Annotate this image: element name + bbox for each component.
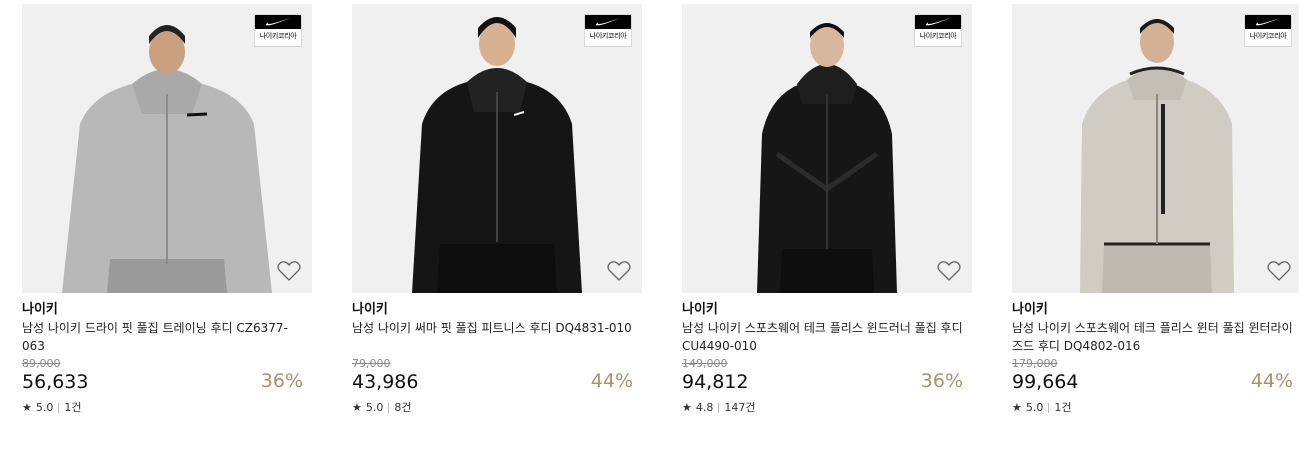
product-name[interactable]: 남성 나이키 스포츠웨어 테크 플리스 윈드러너 풀집 후디 CU4490-01… <box>682 319 967 355</box>
discount-rate: 36% <box>260 370 303 392</box>
product-name[interactable]: 남성 나이키 스포츠웨어 테크 플리스 윈터 풀집 윈터라이즈드 후디 DQ48… <box>1012 319 1297 355</box>
review-count: 1건 <box>64 401 82 414</box>
rating-row: ★ 5.0 8건 <box>352 401 643 415</box>
heart-outline-icon[interactable] <box>607 260 631 282</box>
product-card[interactable]: 나이키코리아 나이키 남성 나이키 써마 핏 풀집 피트니스 후디 DQ4831… <box>352 4 643 415</box>
black-tech-fleece-model <box>682 4 972 293</box>
brand-official-badge: 나이키코리아 <box>914 14 962 47</box>
price-row: 179,000 99,664 44% <box>1012 357 1299 397</box>
review-count: 147건 <box>724 401 756 414</box>
heart-outline-icon[interactable] <box>277 260 301 282</box>
brand-official-badge: 나이키코리아 <box>584 14 632 47</box>
swoosh-logo-icon <box>1245 15 1291 29</box>
price-row: 89,000 56,633 36% <box>22 357 313 397</box>
review-count: 1건 <box>1054 401 1072 414</box>
rating-score: 5.0 <box>365 401 384 414</box>
sale-price: 43,986 <box>352 371 419 393</box>
grey-hoodie-model <box>22 4 312 293</box>
price-row: 149,000 94,812 36% <box>682 357 973 397</box>
original-price: 149,000 <box>682 357 728 370</box>
divider <box>1048 403 1050 413</box>
product-brand: 나이키 <box>1012 302 1048 317</box>
rating-row: ★ 4.8 147건 <box>682 401 973 415</box>
product-image[interactable]: 나이키코리아 <box>352 4 642 293</box>
product-image[interactable]: 나이키코리아 <box>22 4 312 293</box>
product-image[interactable]: 나이키코리아 <box>1012 4 1299 293</box>
rating-score: 5.0 <box>1025 401 1044 414</box>
discount-rate: 36% <box>920 370 963 392</box>
product-brand: 나이키 <box>682 302 718 317</box>
product-brand: 나이키 <box>352 302 388 317</box>
sale-price: 99,664 <box>1012 371 1079 393</box>
original-price: 89,000 <box>22 357 61 370</box>
original-price: 179,000 <box>1012 357 1058 370</box>
brand-official-badge: 나이키코리아 <box>254 14 302 47</box>
product-name[interactable]: 남성 나이키 드라이 핏 풀집 트레이닝 후디 CZ6377-063 <box>22 319 307 355</box>
product-card[interactable]: 나이키코리아 나이키 남성 나이키 드라이 핏 풀집 트레이닝 후디 CZ637… <box>22 4 313 415</box>
swoosh-logo-icon <box>255 15 301 29</box>
swoosh-logo-icon <box>915 15 961 29</box>
sale-price: 94,812 <box>682 371 749 393</box>
price-row: 79,000 43,986 44% <box>352 357 643 397</box>
product-card[interactable]: 나이키코리아 나이키 남성 나이키 스포츠웨어 테크 플리스 윈드러너 풀집 후… <box>682 4 973 415</box>
divider <box>718 403 720 413</box>
badge-label: 나이키코리아 <box>589 32 627 40</box>
product-name[interactable]: 남성 나이키 써마 핏 풀집 피트니스 후디 DQ4831-010 <box>352 319 637 355</box>
star-icon: ★ <box>22 401 32 414</box>
badge-label: 나이키코리아 <box>259 32 297 40</box>
divider <box>388 403 390 413</box>
discount-rate: 44% <box>1250 370 1293 392</box>
discount-rate: 44% <box>590 370 633 392</box>
rating-row: ★ 5.0 1건 <box>22 401 313 415</box>
product-brand: 나이키 <box>22 302 58 317</box>
divider <box>58 403 60 413</box>
product-card[interactable]: 나이키코리아 나이키 남성 나이키 스포츠웨어 테크 플리스 윈터 풀집 윈터라… <box>1012 4 1299 415</box>
original-price: 79,000 <box>352 357 391 370</box>
rating-row: ★ 5.0 1건 <box>1012 401 1299 415</box>
swoosh-logo-icon <box>585 15 631 29</box>
rating-score: 5.0 <box>35 401 54 414</box>
black-hoodie-model <box>352 4 642 293</box>
badge-label: 나이키코리아 <box>919 32 957 40</box>
rating-score: 4.8 <box>695 401 714 414</box>
star-icon: ★ <box>1012 401 1022 414</box>
badge-label: 나이키코리아 <box>1249 32 1287 40</box>
heart-outline-icon[interactable] <box>937 260 961 282</box>
brand-official-badge: 나이키코리아 <box>1244 14 1292 47</box>
review-count: 8건 <box>394 401 412 414</box>
product-grid: 나이키코리아 나이키 남성 나이키 드라이 핏 풀집 트레이닝 후디 CZ637… <box>0 0 1299 450</box>
product-image[interactable]: 나이키코리아 <box>682 4 972 293</box>
heart-outline-icon[interactable] <box>1267 260 1291 282</box>
star-icon: ★ <box>682 401 692 414</box>
light-grey-tech-fleece-model <box>1012 4 1299 293</box>
star-icon: ★ <box>352 401 362 414</box>
sale-price: 56,633 <box>22 371 89 393</box>
